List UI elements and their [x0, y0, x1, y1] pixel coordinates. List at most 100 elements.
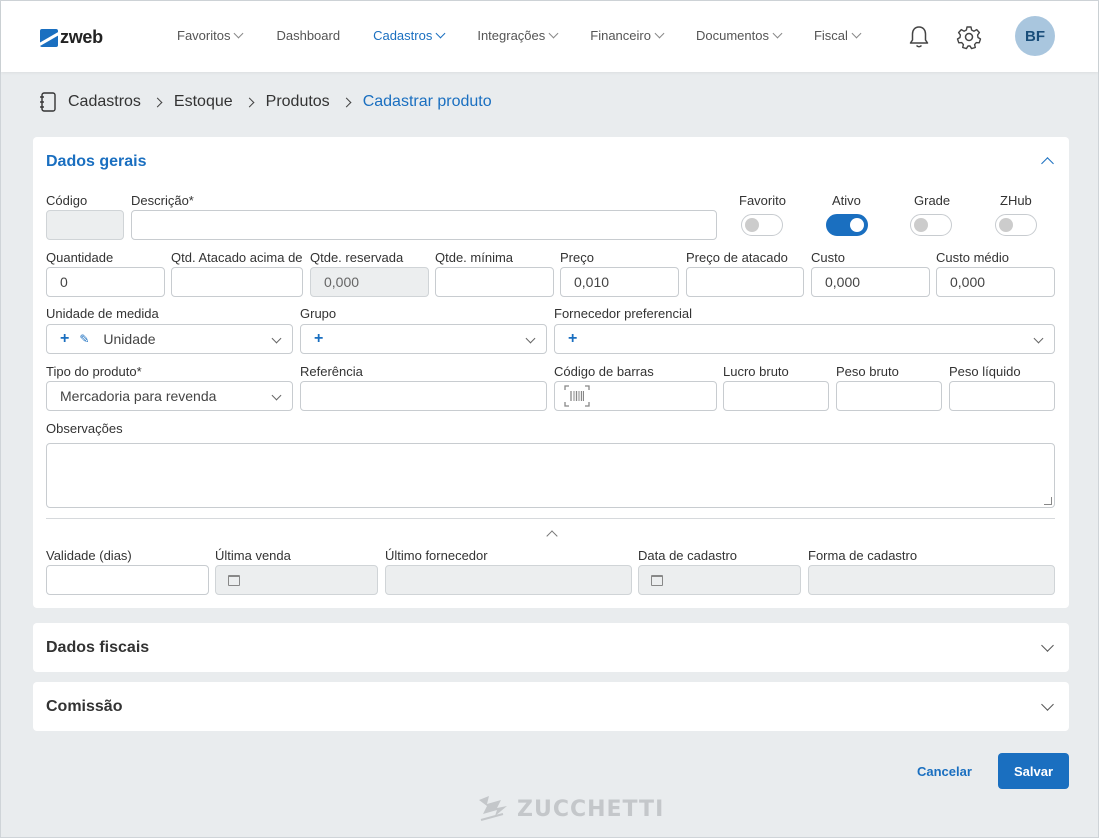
- add-icon[interactable]: +: [314, 330, 323, 348]
- zhub-toggle[interactable]: [995, 214, 1037, 236]
- tipo-produto-select[interactable]: Mercadoria para revenda: [46, 381, 293, 411]
- save-button[interactable]: Salvar: [998, 753, 1069, 789]
- chevron-right-icon: [341, 97, 352, 107]
- qtde-reservada-field: 0,000: [310, 267, 429, 297]
- codigo-barras-label: Código de barras: [554, 364, 654, 379]
- tipo-produto-value: Mercadoria para revenda: [60, 388, 217, 404]
- grade-toggle[interactable]: [910, 214, 952, 236]
- peso-liquido-field[interactable]: [949, 381, 1055, 411]
- breadcrumb-estoque[interactable]: Estoque: [174, 93, 233, 111]
- quantidade-field[interactable]: 0: [46, 267, 165, 297]
- grupo-select[interactable]: +: [300, 324, 547, 354]
- nav-fiscal[interactable]: Fiscal: [813, 28, 862, 43]
- nav-label: Integrações: [477, 28, 546, 43]
- bell-icon[interactable]: [907, 24, 931, 50]
- ativo-label: Ativo: [832, 193, 861, 208]
- lucro-bruto-field[interactable]: [723, 381, 829, 411]
- cancel-button[interactable]: Cancelar: [917, 764, 972, 779]
- custo-medio-field[interactable]: 0,000: [936, 267, 1055, 297]
- chevron-down-icon: [234, 28, 244, 39]
- section-divider: [46, 518, 1055, 519]
- qtde-minima-field[interactable]: [435, 267, 554, 297]
- nav-dashboard[interactable]: Dashboard: [276, 28, 340, 43]
- chevron-up-icon[interactable]: [1041, 157, 1054, 170]
- chevron-right-icon: [244, 97, 255, 107]
- section-title-comissao[interactable]: Comissão: [46, 698, 122, 716]
- nav-favoritos[interactable]: Favoritos: [177, 28, 244, 43]
- chevron-down-icon: [525, 333, 536, 344]
- gear-icon[interactable]: [956, 24, 982, 50]
- preco-field[interactable]: 0,010: [560, 267, 679, 297]
- custo-field[interactable]: 0,000: [811, 267, 930, 297]
- unidade-label: Unidade de medida: [46, 306, 159, 321]
- notebook-icon: [40, 92, 56, 112]
- qtd-atacado-label: Qtd. Atacado acima de: [171, 250, 303, 265]
- descricao-field[interactable]: [131, 210, 717, 240]
- preco-atacado-label: Preço de atacado: [686, 250, 788, 265]
- pencil-icon[interactable]: ✎: [79, 332, 89, 346]
- avatar-initials: BF: [1025, 27, 1045, 45]
- zucchetti-text: ZUCCHETTI: [517, 796, 665, 822]
- breadcrumb-produtos[interactable]: Produtos: [266, 93, 330, 111]
- ultima-venda-label: Última venda: [215, 548, 291, 563]
- nav-cadastros[interactable]: Cadastros: [373, 28, 446, 43]
- validade-field[interactable]: [46, 565, 209, 595]
- unidade-select[interactable]: + ✎ Unidade: [46, 324, 293, 354]
- zweb-logo-mark: [40, 28, 58, 47]
- dados-fiscais-card[interactable]: Dados fiscais: [33, 623, 1069, 672]
- data-cadastro-label: Data de cadastro: [638, 548, 738, 563]
- qtde-reservada-label: Qtde. reservada: [310, 250, 404, 265]
- favorito-label: Favorito: [739, 193, 786, 208]
- chevron-down-icon: [654, 28, 665, 39]
- preco-label: Preço: [560, 250, 594, 265]
- favorito-toggle[interactable]: [741, 214, 783, 236]
- peso-liquido-label: Peso líquido: [949, 364, 1021, 379]
- forma-cadastro-label: Forma de cadastro: [808, 548, 918, 563]
- chevron-down-icon[interactable]: [1041, 698, 1054, 711]
- chevron-down-icon: [772, 28, 783, 39]
- section-title-dados-gerais[interactable]: Dados gerais: [46, 153, 146, 171]
- custo-medio-label: Custo médio: [936, 250, 1009, 265]
- chevron-down-icon: [548, 28, 559, 39]
- breadcrumb-cadastros[interactable]: Cadastros: [68, 93, 141, 111]
- grupo-label: Grupo: [300, 306, 337, 321]
- add-icon[interactable]: +: [60, 330, 69, 348]
- nav-label: Fiscal: [813, 28, 848, 43]
- user-avatar[interactable]: BF: [1015, 16, 1055, 56]
- nav-financeiro[interactable]: Financeiro: [590, 28, 665, 43]
- referencia-field[interactable]: [300, 381, 547, 411]
- nav-integracoes[interactable]: Integrações: [477, 28, 559, 43]
- breadcrumb-current: Cadastrar produto: [362, 93, 492, 110]
- fornecedor-select[interactable]: +: [554, 324, 1055, 354]
- codigo-barras-field[interactable]: [554, 381, 717, 411]
- nav-documentos[interactable]: Documentos: [696, 28, 783, 43]
- observacoes-label: Observações: [46, 421, 123, 436]
- comissao-card[interactable]: Comissão: [33, 682, 1069, 731]
- nav-label: Cadastros: [373, 28, 433, 43]
- section-title-dados-fiscais[interactable]: Dados fiscais: [46, 639, 149, 657]
- chevron-down-icon[interactable]: [1041, 639, 1054, 652]
- preco-atacado-field[interactable]: [686, 267, 804, 297]
- add-icon[interactable]: +: [568, 330, 577, 348]
- forma-cadastro-field: [808, 565, 1055, 595]
- descricao-label: Descrição*: [131, 193, 194, 208]
- lucro-bruto-label: Lucro bruto: [723, 364, 789, 379]
- chevron-down-icon: [851, 28, 862, 39]
- toggle-knob: [850, 218, 864, 232]
- main-nav: Favoritos Dashboard Cadastros Integraçõe…: [177, 28, 862, 43]
- collapse-extra-chevron-icon[interactable]: [546, 530, 558, 542]
- breadcrumb: Cadastros Estoque Produtos Cadastrar pro…: [39, 92, 492, 112]
- custo-label: Custo: [811, 250, 845, 265]
- ativo-toggle[interactable]: [826, 214, 868, 236]
- barcode-icon[interactable]: [563, 384, 591, 408]
- resize-handle-icon[interactable]: [1044, 497, 1052, 505]
- peso-bruto-field[interactable]: [836, 381, 942, 411]
- ultimo-fornecedor-label: Último fornecedor: [385, 548, 488, 563]
- qtd-atacado-field[interactable]: [171, 267, 303, 297]
- logo-text: zweb: [60, 27, 103, 47]
- fornecedor-label: Fornecedor preferencial: [554, 306, 693, 321]
- zweb-logo[interactable]: zweb: [40, 27, 103, 48]
- observacoes-textarea[interactable]: [46, 443, 1055, 508]
- validade-label: Validade (dias): [46, 548, 132, 563]
- chevron-down-icon: [1033, 333, 1044, 344]
